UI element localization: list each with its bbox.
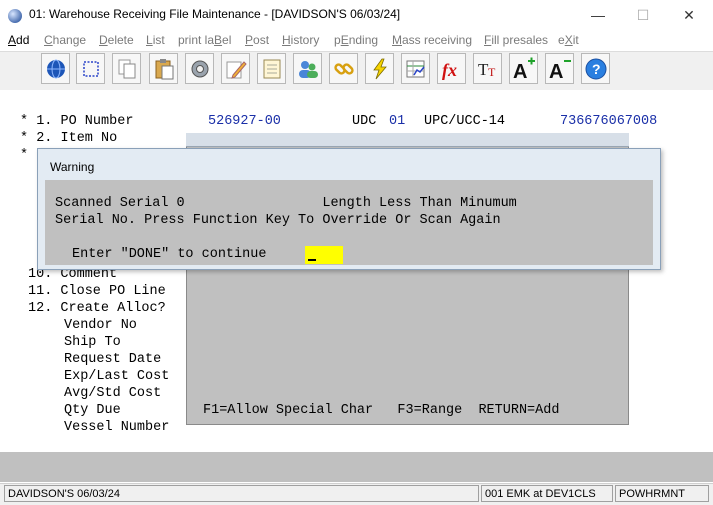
- font-decrease-icon: A: [549, 59, 571, 81]
- link-icon: [333, 62, 354, 75]
- warning-title: Warning: [50, 160, 95, 174]
- maximize-button[interactable]: ☐: [620, 0, 666, 31]
- settings-button[interactable]: [185, 53, 214, 84]
- select-button[interactable]: [76, 53, 105, 84]
- svg-text:fx: fx: [442, 60, 457, 80]
- warning-line-1: Scanned Serial 0 Length Less Than Minumu…: [55, 196, 517, 211]
- notes-icon: [263, 59, 280, 78]
- close-button[interactable]: ✕: [666, 0, 712, 31]
- label-vessel-number: Vessel Number: [64, 420, 170, 435]
- function-icon: fx: [442, 60, 457, 80]
- lightning-icon: [372, 58, 387, 79]
- menu-list[interactable]: List: [146, 33, 165, 47]
- globe-icon: [46, 59, 65, 78]
- window-title: 01: Warehouse Receiving File Maintenance…: [29, 7, 401, 21]
- font-size-button[interactable]: TT: [473, 53, 502, 84]
- field-item-no: * 2. Item No: [20, 131, 118, 146]
- font-decrease-button[interactable]: A: [545, 53, 574, 84]
- help-button[interactable]: ?: [581, 53, 610, 84]
- users-icon: [298, 60, 318, 78]
- label-request-date: Request Date: [64, 352, 162, 367]
- field-create-alloc: 12. Create Alloc?: [28, 301, 166, 316]
- upc-label: UPC/UCC-14: [424, 114, 506, 129]
- field-3-marker: *: [20, 148, 29, 163]
- done-input[interactable]: [305, 246, 343, 264]
- font-size-icon: TT: [478, 60, 496, 79]
- settings-icon: [191, 60, 208, 77]
- popup-key-help: F1=Allow Special Char F3=Range RETURN=Ad…: [203, 403, 560, 418]
- udc-value[interactable]: 01: [389, 114, 405, 129]
- spreadsheet-icon: [406, 60, 425, 77]
- text-cursor: [308, 259, 316, 261]
- link-button[interactable]: [329, 53, 358, 84]
- menu-delete[interactable]: Delete: [99, 33, 134, 47]
- lightning-button[interactable]: [365, 53, 394, 84]
- font-increase-button[interactable]: A: [509, 53, 538, 84]
- status-session: 001 EMK at DEV1CLS: [481, 485, 613, 502]
- entry-popup-body: [193, 268, 623, 420]
- po-number-value[interactable]: 526927-00: [208, 114, 281, 129]
- menu-exit[interactable]: eXit: [558, 33, 579, 47]
- help-icon: ?: [585, 58, 606, 79]
- select-icon: [82, 60, 99, 77]
- copy-icon: [118, 59, 135, 78]
- edit-button[interactable]: [221, 53, 250, 84]
- edit-icon: [226, 60, 247, 79]
- field-po-number: * 1. PO Number: [20, 114, 134, 129]
- menu-mass-receiving[interactable]: Mass receiving: [392, 33, 472, 47]
- users-button[interactable]: [293, 53, 322, 84]
- minimize-button[interactable]: —: [575, 0, 621, 31]
- label-qty-due: Qty Due: [64, 403, 121, 418]
- svg-text:A: A: [513, 61, 527, 81]
- font-increase-icon: A: [513, 57, 535, 81]
- label-avg-std-cost: Avg/Std Cost: [64, 386, 162, 401]
- menu-print-label[interactable]: print laBel: [178, 33, 231, 47]
- paste-button[interactable]: [149, 53, 178, 84]
- warning-prompt: Enter "DONE" to continue: [72, 247, 267, 262]
- warning-line-2: Serial No. Press Function Key To Overrid…: [55, 213, 501, 228]
- label-ship-to: Ship To: [64, 335, 121, 350]
- entry-popup-header: [186, 133, 629, 147]
- svg-text:?: ?: [592, 61, 601, 77]
- menu-history[interactable]: History: [282, 33, 319, 47]
- bottom-band: [0, 452, 713, 482]
- status-program: POWHRMNT: [615, 485, 709, 502]
- menu-fill-presales[interactable]: Fill presales: [484, 33, 548, 47]
- upc-value[interactable]: 736676067008: [560, 114, 657, 129]
- field-close-po-line: 11. Close PO Line: [28, 284, 166, 299]
- notes-button[interactable]: [257, 53, 286, 84]
- label-exp-last-cost: Exp/Last Cost: [64, 369, 170, 384]
- function-button[interactable]: fx: [437, 53, 466, 84]
- label-vendor-no: Vendor No: [64, 318, 137, 333]
- menu-add[interactable]: Add: [8, 33, 29, 47]
- udc-label: UDC: [352, 114, 377, 129]
- paste-icon: [155, 58, 173, 79]
- app-icon[interactable]: [8, 9, 22, 23]
- menu-change[interactable]: Change: [44, 33, 86, 47]
- svg-text:A: A: [549, 61, 563, 81]
- status-company: DAVIDSON'S 06/03/24: [4, 485, 479, 502]
- globe-button[interactable]: [41, 53, 70, 84]
- copy-button[interactable]: [112, 53, 141, 84]
- spreadsheet-button[interactable]: [401, 53, 430, 84]
- menu-pending[interactable]: pEnding: [334, 33, 378, 47]
- svg-text:T: T: [488, 65, 496, 79]
- menu-post[interactable]: Post: [245, 33, 269, 47]
